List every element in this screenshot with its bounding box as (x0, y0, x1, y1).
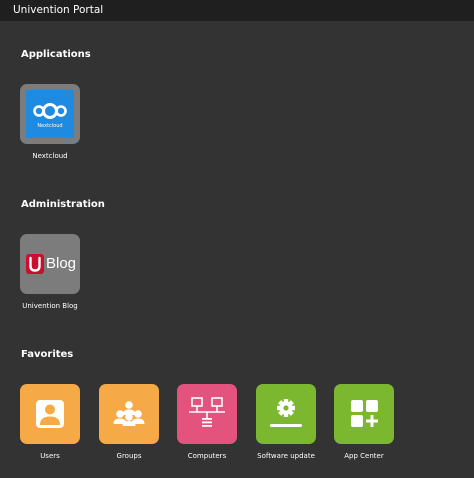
section-title-applications: Applications (21, 49, 91, 60)
tile-nextcloud-box[interactable]: Nextcloud (20, 84, 80, 144)
tile-nextcloud[interactable]: Nextcloud Nextcloud (20, 84, 80, 160)
tile-univention-blog[interactable]: Blog Univention Blog (20, 234, 80, 310)
portal-title: Univention Portal (13, 4, 104, 16)
gear-progress-icon (256, 384, 316, 444)
tile-computers-box[interactable] (177, 384, 237, 444)
group-icon (99, 384, 159, 444)
blog-logo-text: Blog (46, 255, 77, 272)
tile-groups[interactable]: Groups (99, 384, 159, 460)
univention-blog-logo-icon: Blog (20, 234, 80, 294)
section-title-administration: Administration (21, 199, 105, 210)
tile-univention-blog-box[interactable]: Blog (20, 234, 80, 294)
tile-label-nextcloud: Nextcloud (32, 152, 68, 160)
tile-app-center-box[interactable] (334, 384, 394, 444)
tile-software-update-box[interactable] (256, 384, 316, 444)
tile-label-univention-blog: Univention Blog (22, 302, 78, 310)
tile-app-center[interactable]: App Center (334, 384, 394, 460)
tile-software-update[interactable]: Software update (256, 384, 316, 460)
app-grid-plus-icon (334, 384, 394, 444)
top-bar: Univention Portal (0, 0, 474, 21)
nextcloud-logo-text: Nextcloud (37, 123, 63, 129)
tile-users[interactable]: Users (20, 384, 80, 460)
network-computers-icon (177, 384, 237, 444)
nextcloud-logo-icon: Nextcloud (26, 90, 74, 138)
tile-label-app-center: App Center (344, 452, 384, 460)
tile-computers[interactable]: Computers (177, 384, 237, 460)
tile-groups-box[interactable] (99, 384, 159, 444)
tile-users-box[interactable] (20, 384, 80, 444)
user-icon (20, 384, 80, 444)
section-title-favorites: Favorites (21, 349, 74, 360)
